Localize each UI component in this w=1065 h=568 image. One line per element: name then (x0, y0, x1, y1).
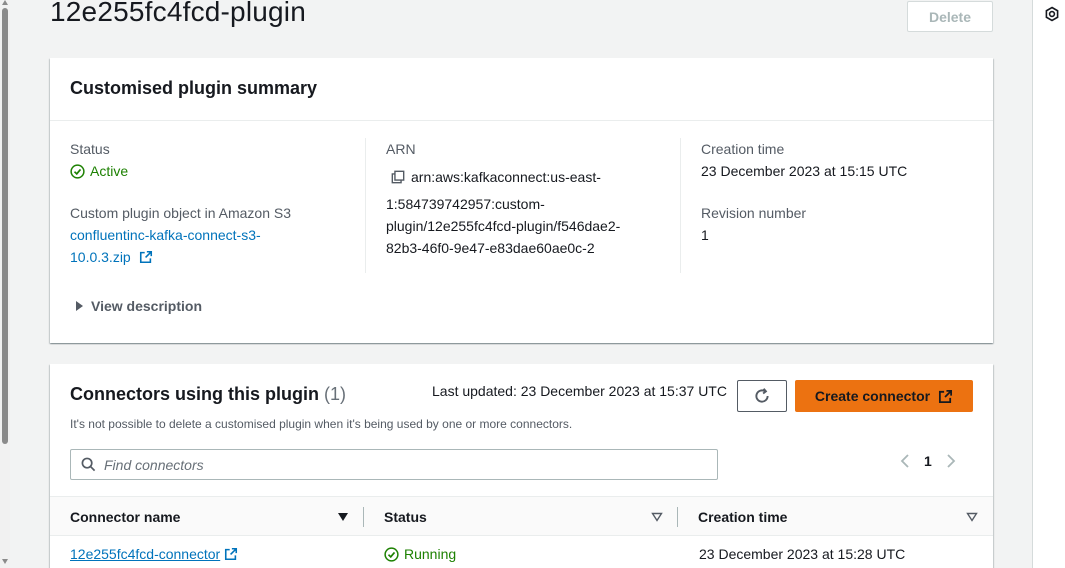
connector-creation-cell: 23 December 2023 at 15:28 UTC (699, 546, 906, 562)
s3-link-line-2[interactable]: 10.0.3.zip (70, 249, 131, 265)
page-title: 12e255fc4fcd-plugin (50, 0, 306, 27)
page-scrollbar[interactable] (0, 0, 10, 568)
summary-column-1: Status Active Custom plugin object in Am… (70, 138, 365, 268)
connectors-description: It's not possible to delete a customised… (70, 417, 573, 431)
pagination: 1 (900, 453, 956, 469)
column-divider[interactable] (677, 507, 678, 527)
create-connector-button[interactable]: Create connector (795, 380, 973, 412)
scroll-down-arrow-icon[interactable] (2, 559, 8, 564)
last-updated-text: Last updated: 23 December 2023 at 15:37 … (432, 383, 727, 399)
revision-label: Revision number (701, 205, 807, 221)
chevron-left-icon[interactable] (900, 454, 910, 468)
connector-status-cell: Running (384, 546, 456, 562)
s3-link-line-1[interactable]: confluentinc-kafka-connect-s3- (70, 224, 365, 246)
arn-line-1: arn:aws:kafkaconnect:us-east- (411, 169, 601, 185)
find-connectors-search[interactable] (70, 449, 718, 480)
search-input[interactable] (104, 456, 664, 473)
arn-value: arn:aws:kafkaconnect:us-east- 1:58473974… (386, 166, 680, 259)
delete-button[interactable]: Delete (907, 1, 993, 32)
sort-down-icon[interactable] (337, 512, 349, 522)
connector-name-link[interactable]: 12e255fc4fcd-connector (70, 546, 220, 562)
summary-column-2: ARN arn:aws:kafkaconnect:us-east- 1:5847… (365, 138, 680, 273)
s3-object-link[interactable]: confluentinc-kafka-connect-s3- 10.0.3.zi… (70, 224, 365, 268)
check-circle-icon (384, 546, 399, 562)
scrollbar-thumb[interactable] (2, 8, 8, 444)
s3-object-label: Custom plugin object in Amazon S3 (70, 205, 292, 221)
summary-column-3: Creation time 23 December 2023 at 15:15 … (680, 138, 973, 273)
external-link-icon[interactable] (139, 250, 153, 264)
connector-name-cell[interactable]: 12e255fc4fcd-connector (70, 546, 238, 562)
arn-label: ARN (386, 141, 416, 157)
page-number[interactable]: 1 (924, 453, 932, 469)
status-text: Active (90, 163, 129, 179)
view-description-toggle[interactable]: View description (76, 298, 202, 314)
plugin-summary-card: Customised plugin summary Status Active … (50, 58, 993, 343)
caret-right-icon[interactable] (76, 301, 83, 311)
scroll-up-arrow-icon[interactable] (2, 0, 8, 5)
check-circle-icon (70, 163, 85, 179)
tools-panel-rail (1032, 0, 1065, 568)
column-header-status[interactable]: Status (384, 497, 427, 537)
connectors-heading-text: Connectors using this plugin (70, 384, 319, 404)
connectors-table-header: Connector name Status Creation time (50, 496, 993, 536)
connector-status-text: Running (404, 546, 457, 562)
arn-line-2: 1:584739742957:custom- (386, 196, 545, 212)
sort-down-icon[interactable] (966, 512, 978, 522)
connectors-card: Connectors using this plugin (1) It's no… (50, 364, 993, 568)
refresh-icon[interactable] (753, 387, 771, 405)
column-header-creation-time[interactable]: Creation time (698, 497, 787, 537)
external-link-icon[interactable] (938, 389, 953, 404)
arn-line-3: plugin/12e255fc4fcd-plugin/f546dae2- (386, 218, 621, 234)
summary-heading: Customised plugin summary (50, 58, 993, 121)
column-header-connector-name[interactable]: Connector name (70, 497, 180, 537)
external-link-icon[interactable] (224, 547, 238, 561)
copy-icon[interactable] (391, 170, 405, 184)
connectors-heading: Connectors using this plugin (1) (70, 384, 346, 405)
revision-value: 1 (701, 227, 709, 243)
view-description-label[interactable]: View description (91, 298, 202, 314)
arn-line-4: 82b3-46f0-9e47-e83dae60ae0c-2 (386, 240, 595, 256)
creation-time-value: 23 December 2023 at 15:15 UTC (701, 163, 908, 179)
status-label: Status (70, 141, 110, 157)
create-connector-label[interactable]: Create connector (815, 388, 930, 404)
settings-icon[interactable] (1044, 6, 1060, 22)
column-divider[interactable] (363, 507, 364, 527)
chevron-right-icon[interactable] (946, 454, 956, 468)
connectors-count: (1) (324, 384, 347, 404)
refresh-button[interactable] (737, 380, 787, 412)
creation-time-label: Creation time (701, 141, 785, 157)
search-icon (81, 457, 96, 472)
status-value: Active (70, 160, 365, 182)
sort-down-icon[interactable] (651, 512, 663, 522)
